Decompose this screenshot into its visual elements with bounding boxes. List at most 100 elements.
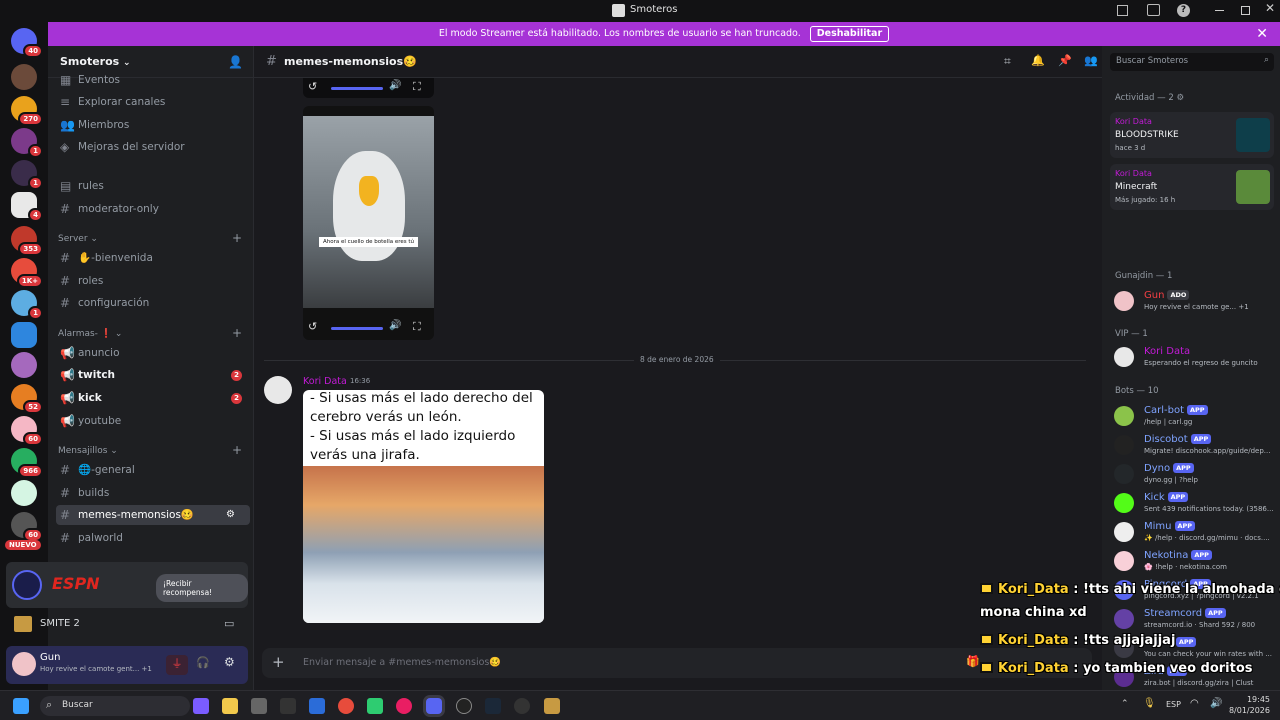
close-banner-icon[interactable]: ✕ <box>1256 22 1268 46</box>
member-row[interactable]: Discobot APP Migrate! discohook.app/guide/… <box>1112 431 1274 461</box>
server-icon[interactable]: 270 <box>11 96 43 126</box>
channel-anuncio[interactable]: 📢 anuncio <box>56 343 250 363</box>
avatar[interactable] <box>12 652 36 676</box>
member-row[interactable]: Kori Data Esperando el regreso de guncito <box>1112 343 1274 373</box>
category-alarmas[interactable]: Alarmas- ❗ ⌄ + <box>58 326 242 340</box>
member-list-icon[interactable]: 👥 <box>1084 54 1098 67</box>
member-row[interactable]: Nekotina APP 🌸 !help · nekotina.com <box>1112 547 1274 577</box>
inbox-icon[interactable] <box>1117 5 1128 16</box>
server-icon[interactable] <box>11 322 37 348</box>
channel-builds[interactable]: # builds <box>56 483 250 503</box>
channel-general[interactable]: # 🌐-general <box>56 460 250 480</box>
store-icon[interactable] <box>251 698 267 714</box>
add-attachment-icon[interactable]: + <box>272 653 285 671</box>
server-icon-smoteros[interactable]: 4 <box>11 192 43 222</box>
chevron-up-icon[interactable]: ⌃ <box>1121 699 1129 709</box>
bell-icon[interactable]: 🔔 <box>1031 54 1045 67</box>
disable-streamer-button[interactable]: Deshabilitar <box>809 26 890 42</box>
game-activity[interactable]: SMITE 2 ▭ <box>6 612 248 638</box>
volume-icon[interactable]: 🔊 <box>1210 698 1222 709</box>
app-icon[interactable] <box>396 698 412 714</box>
server-icon[interactable]: 966 <box>11 448 43 478</box>
channel-palworld[interactable]: # palworld <box>56 528 250 548</box>
mute-mic-icon[interactable]: ⏚ <box>166 655 188 675</box>
category-server[interactable]: Server ⌄ + <box>58 231 242 245</box>
wifi-icon[interactable]: ◠ <box>1190 698 1199 709</box>
add-member-icon[interactable]: 👤 <box>228 55 243 69</box>
claim-reward-button[interactable]: ¡Recibir recompensa! <box>156 574 248 602</box>
app-icon[interactable] <box>309 698 325 714</box>
screen-share-icon[interactable]: ▭ <box>224 617 234 630</box>
member-row[interactable]: Kick APP Sent 439 notifications today. (35… <box>1112 489 1274 519</box>
home-button[interactable]: 40 <box>11 28 43 58</box>
video-player[interactable]: ↺ 🔊 ⛶ <box>303 78 434 98</box>
video-progress-bar[interactable] <box>331 87 383 90</box>
channel-bienvenida[interactable]: # ✋-bienvenida <box>56 248 250 268</box>
promo-banner[interactable]: ESPN ¡Recibir recompensa! <box>6 562 248 608</box>
server-icon[interactable] <box>11 480 37 506</box>
copilot-icon[interactable] <box>193 698 209 714</box>
server-icon[interactable]: 52 <box>11 384 43 414</box>
minecraft-icon[interactable] <box>367 698 383 714</box>
replay-icon[interactable]: ↺ <box>308 320 317 333</box>
channel-youtube[interactable]: 📢 youtube <box>56 411 250 431</box>
replay-icon[interactable]: ↺ <box>308 80 317 93</box>
screen-icon[interactable] <box>1147 4 1160 16</box>
app-icon[interactable] <box>514 698 530 714</box>
clock[interactable]: 19:45 8/01/2026 <box>1224 694 1270 716</box>
fullscreen-icon[interactable]: ⛶ <box>413 320 421 334</box>
channel-twitch[interactable]: 📢 twitch 2 <box>56 365 250 385</box>
member-row[interactable]: Mimu APP ✨ /help · discord.gg/mimu · docs.… <box>1112 518 1274 548</box>
message-image[interactable]: - Si usas más el lado derecho del cerebr… <box>303 390 544 623</box>
server-icon[interactable]: 60 <box>11 512 43 542</box>
video-player[interactable]: Ahora el cuello de botella eres tú ↺ 🔊 ⛶ <box>303 106 434 340</box>
threads-icon[interactable]: ⌗ <box>1004 54 1011 69</box>
server-icon[interactable]: 1 <box>11 128 43 158</box>
channel-moderator-only[interactable]: # moderator-only <box>56 199 250 219</box>
file-explorer-icon[interactable] <box>222 698 238 714</box>
volume-icon[interactable]: 🔊 <box>389 320 401 331</box>
user-settings-gear-icon[interactable]: ⚙ <box>224 655 235 669</box>
chrome-icon[interactable] <box>338 698 354 714</box>
category-mensajillos[interactable]: Mensajillos ⌄ + <box>58 443 242 457</box>
member-row[interactable]: Dyno APP dyno.gg | ?help <box>1112 460 1274 490</box>
activity-card[interactable]: Kori Data BLOODSTRIKE hace 3 d <box>1110 112 1274 158</box>
sidebar-item-boosts[interactable]: ◈ Mejoras del servidor <box>56 137 250 157</box>
member-row[interactable]: Gun ADO Hoy revive el camote ge... +1 <box>1112 287 1274 317</box>
volume-icon[interactable]: 🔊 <box>389 80 401 91</box>
channel-configuracion[interactable]: # configuración <box>56 293 250 313</box>
pin-icon[interactable]: 📌 <box>1058 54 1072 67</box>
add-channel-icon[interactable]: + <box>232 231 242 245</box>
fullscreen-icon[interactable]: ⛶ <box>413 80 421 94</box>
message-composer[interactable]: + Enviar mensaje a #memes-memonsios🥴 🎁 <box>262 648 1092 678</box>
search-input[interactable]: Buscar Smoteros ⌕ <box>1110 53 1274 71</box>
minimize-button[interactable] <box>1215 10 1224 11</box>
server-icon[interactable]: 60 <box>11 416 43 446</box>
activity-card[interactable]: Kori Data Minecraft Más jugado: 16 h <box>1110 164 1274 210</box>
video-progress-bar[interactable] <box>331 327 383 330</box>
add-channel-icon[interactable]: + <box>232 326 242 340</box>
settings-gear-icon[interactable]: ⚙ <box>226 505 235 525</box>
sidebar-item-members[interactable]: 👥 Miembros <box>56 115 250 135</box>
maximize-button[interactable] <box>1241 6 1250 15</box>
server-icon[interactable]: 1 <box>11 290 43 320</box>
start-button[interactable] <box>13 698 29 714</box>
channel-memes-memonsios[interactable]: # memes-memonsios🥴 ⚙ <box>56 505 250 525</box>
channel-rules[interactable]: ▤ rules <box>56 176 250 196</box>
server-icon[interactable] <box>11 64 37 90</box>
server-icon[interactable] <box>11 352 37 378</box>
server-icon[interactable]: 1K+ <box>11 258 43 288</box>
obs-icon[interactable] <box>456 698 472 714</box>
discord-icon[interactable] <box>426 698 442 714</box>
smite-icon[interactable] <box>544 698 560 714</box>
message-input[interactable]: Enviar mensaje a #memes-memonsios🥴 <box>303 657 501 668</box>
mic-icon[interactable]: 🎙 <box>1143 698 1156 709</box>
gear-icon[interactable]: ⚙ <box>1176 93 1184 103</box>
steam-icon[interactable] <box>485 698 501 714</box>
language-indicator[interactable]: ESP <box>1166 700 1181 709</box>
server-icon[interactable]: 353 <box>11 226 43 256</box>
message-author[interactable]: Kori Data <box>303 376 347 387</box>
avatar[interactable] <box>264 376 292 404</box>
member-row[interactable]: Carl-bot APP/help | carl.gg <box>1112 402 1274 432</box>
sidebar-item-events[interactable]: ▦ Eventos <box>56 70 250 90</box>
